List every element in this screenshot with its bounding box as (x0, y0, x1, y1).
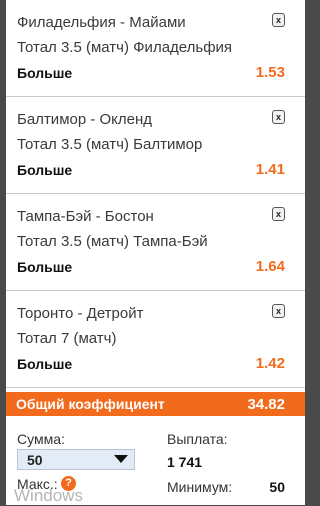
outcome-label: Больше (17, 162, 73, 178)
match-name: Филадельфия - Майами (17, 14, 186, 31)
stake-area: Сумма: 50 Макс.: ? Windows Выплата: 1 74… (6, 416, 305, 505)
bet-item: Торонто - Детройт x Тотал 7 (матч) Больш… (6, 291, 305, 388)
outcome-label: Больше (17, 356, 73, 372)
match-name: Торонто - Детройт (17, 305, 144, 322)
close-icon[interactable]: x (272, 13, 285, 27)
bet-item: Филадельфия - Майами x Тотал 3.5 (матч) … (6, 0, 305, 97)
odds-value: 1.42 (255, 355, 285, 372)
odds-value: 1.64 (255, 258, 285, 275)
market-name: Тотал 3.5 (матч) Филадельфия (17, 39, 233, 56)
close-icon[interactable]: x (272, 304, 285, 318)
close-icon[interactable]: x (272, 207, 285, 221)
bet-item: Балтимор - Окленд x Тотал 3.5 (матч) Бал… (6, 97, 305, 194)
market-name: Тотал 7 (матч) (17, 330, 117, 347)
stake-label: Сумма: (17, 431, 65, 447)
total-odds-value: 34.82 (247, 396, 285, 413)
outcome-label: Больше (17, 65, 73, 81)
total-odds-bar: Общий коэффициент 34.82 (6, 392, 305, 416)
payout-value: 1 741 (167, 454, 203, 470)
market-name: Тотал 3.5 (матч) Балтимор (17, 136, 203, 153)
match-name: Тампа-Бэй - Бостон (17, 208, 154, 225)
bet-item: Тампа-Бэй - Бостон x Тотал 3.5 (матч) Та… (6, 194, 305, 291)
stake-selected-value: 50 (27, 452, 43, 468)
total-odds-label: Общий коэффициент (16, 396, 165, 412)
stake-select[interactable]: 50 (17, 449, 135, 470)
payout-label: Выплата: (167, 431, 228, 447)
chevron-down-icon (114, 455, 128, 463)
close-icon[interactable]: x (272, 110, 285, 124)
windows-watermark: Windows (14, 486, 83, 505)
odds-value: 1.53 (255, 64, 285, 81)
minimum-label: Минимум: (167, 479, 233, 495)
bet-slip-panel: Филадельфия - Майами x Тотал 3.5 (матч) … (6, 0, 305, 505)
outcome-label: Больше (17, 259, 73, 275)
market-name: Тотал 3.5 (матч) Тампа-Бэй (17, 233, 208, 250)
match-name: Балтимор - Окленд (17, 111, 153, 128)
odds-value: 1.41 (255, 161, 285, 178)
minimum-value: 50 (269, 479, 285, 495)
